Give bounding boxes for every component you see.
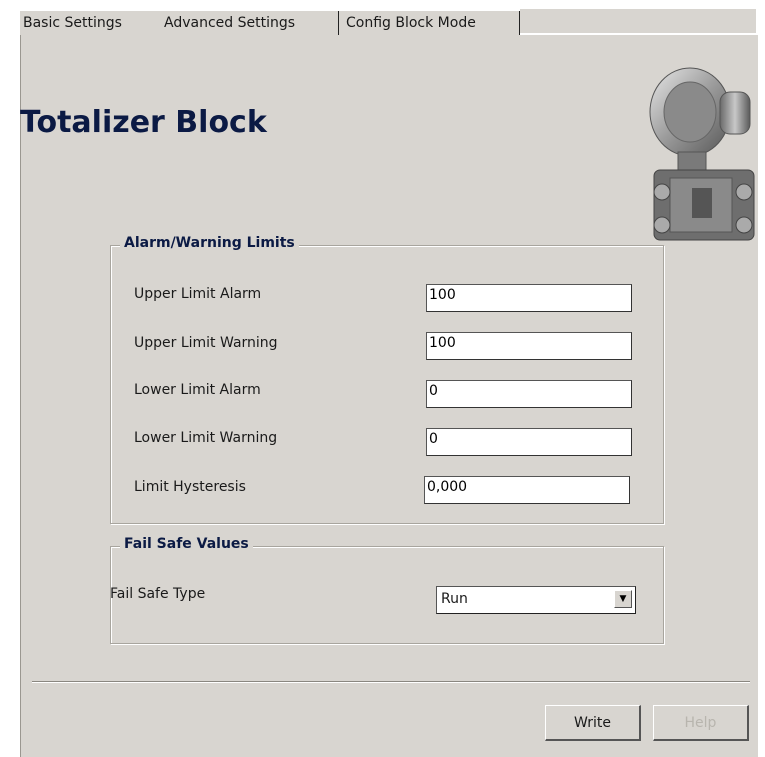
pressure-transmitter-icon bbox=[649, 67, 755, 241]
chevron-down-icon[interactable]: ▼ bbox=[614, 590, 632, 608]
fail-safe-type-label: Fail Safe Type bbox=[110, 586, 206, 602]
alarm-warning-legend: Alarm/Warning Limits bbox=[120, 235, 299, 251]
lower-limit-alarm-label: Lower Limit Alarm bbox=[134, 382, 261, 398]
tab-strip-background bbox=[520, 9, 756, 33]
page-title: Totalizer Block bbox=[20, 105, 267, 140]
fail-safe-type-select[interactable]: Run ▼ bbox=[436, 586, 636, 614]
write-button[interactable]: Write bbox=[545, 705, 641, 741]
tab-advanced-settings[interactable]: Advanced Settings bbox=[157, 11, 339, 35]
lower-limit-warning-label: Lower Limit Warning bbox=[134, 430, 278, 446]
upper-limit-alarm-input[interactable]: 100 bbox=[426, 284, 632, 312]
fail-safe-legend: Fail Safe Values bbox=[120, 536, 253, 552]
lower-limit-alarm-input[interactable]: 0 bbox=[426, 380, 632, 408]
upper-limit-warning-label: Upper Limit Warning bbox=[134, 335, 278, 351]
upper-limit-alarm-label: Upper Limit Alarm bbox=[134, 286, 262, 302]
fail-safe-type-value: Run bbox=[441, 591, 468, 607]
footer-divider bbox=[32, 681, 750, 683]
help-button[interactable]: Help bbox=[653, 705, 749, 741]
tab-basic-settings[interactable]: Basic Settings bbox=[20, 11, 157, 35]
limit-hysteresis-input[interactable]: 0,000 bbox=[424, 476, 630, 504]
limit-hysteresis-label: Limit Hysteresis bbox=[134, 479, 246, 495]
lower-limit-warning-input[interactable]: 0 bbox=[426, 428, 632, 456]
tab-bar: Basic Settings Advanced Settings Config … bbox=[20, 9, 520, 35]
upper-limit-warning-input[interactable]: 100 bbox=[426, 332, 632, 360]
tab-config-block-mode[interactable]: Config Block Mode bbox=[339, 11, 520, 35]
